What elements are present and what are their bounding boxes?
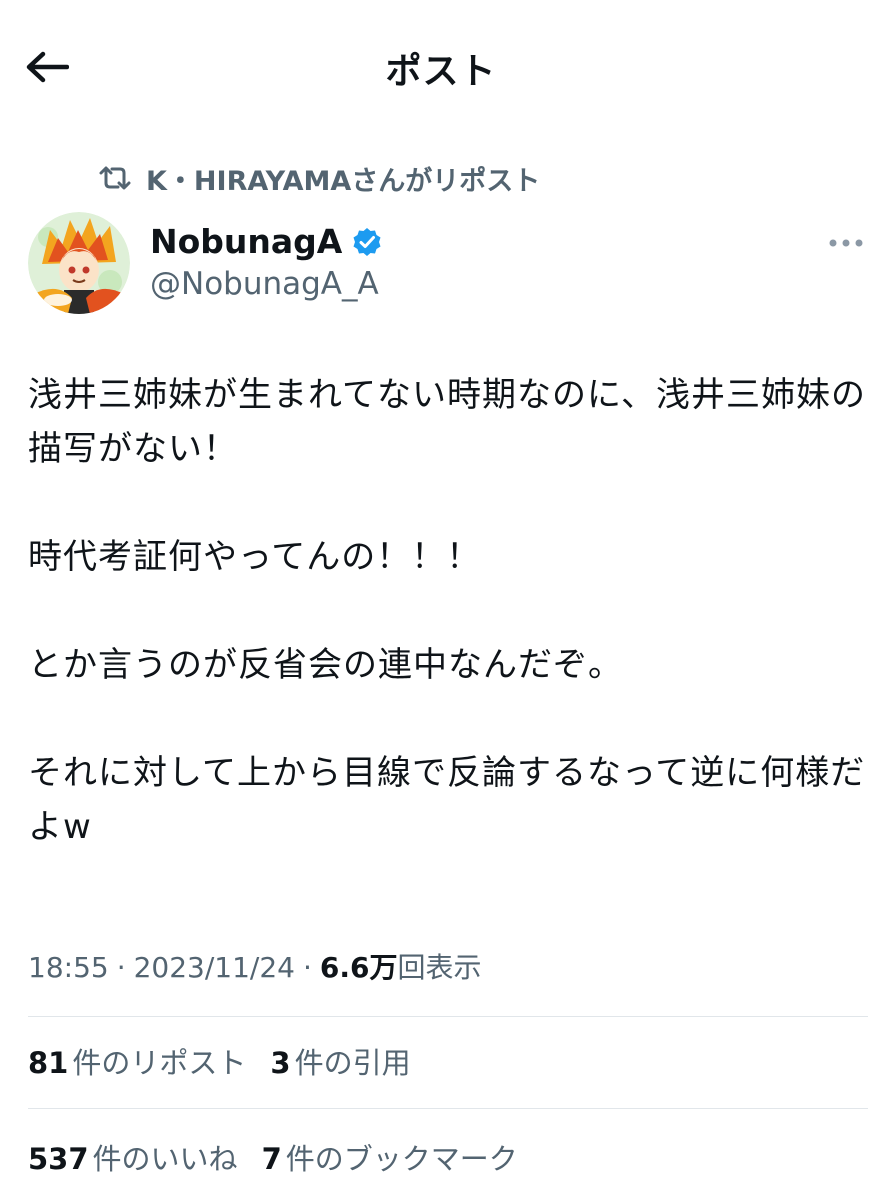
stats-row-likes: 537 件のいいね 7 件のブックマーク xyxy=(28,1136,542,1178)
stats-row-reposts: 81 件のリポスト 3 件の引用 xyxy=(28,1040,435,1082)
views-label: 回表示 xyxy=(397,951,482,984)
quotes-label: 件の引用 xyxy=(294,1046,411,1080)
avatar-illustration xyxy=(28,212,130,314)
reposts-count: 81 xyxy=(28,1046,69,1080)
post-time[interactable]: 18:55 xyxy=(28,951,109,984)
repost-indicator[interactable]: K・HIRAYAMAさんがリポスト xyxy=(98,158,540,198)
likes-stat[interactable]: 537 件のいいね xyxy=(28,1136,238,1178)
bookmarks-label: 件のブックマーク xyxy=(285,1142,518,1176)
author-handle[interactable]: @NobunagA_A xyxy=(150,266,379,302)
post-date[interactable]: 2023/11/24 xyxy=(134,951,295,984)
likes-count: 537 xyxy=(28,1142,89,1176)
divider xyxy=(28,1108,868,1109)
top-bar: ポスト xyxy=(0,0,882,130)
quotes-stat[interactable]: 3 件の引用 xyxy=(270,1040,410,1082)
repost-text: K・HIRAYAMAさんがリポスト xyxy=(146,165,541,197)
divider xyxy=(28,1016,868,1017)
display-name[interactable]: NobunagA xyxy=(150,222,342,261)
bookmarks-stat[interactable]: 7 件のブックマーク xyxy=(262,1136,518,1178)
verified-badge-icon xyxy=(353,227,381,256)
meta-separator: · xyxy=(303,951,312,984)
views-count: 6.6万 xyxy=(319,951,398,984)
avatar[interactable] xyxy=(28,212,130,314)
tweet-paragraph: それに対して上から目線で反論するなって逆に何様だよw xyxy=(28,753,866,847)
quotes-count: 3 xyxy=(270,1046,291,1080)
page-title: ポスト xyxy=(385,51,497,92)
tweet-text: 浅井三姉妹が生まれてない時期なのに、浅井三姉妹の描写がない！ 時代考証何やってん… xyxy=(28,368,878,854)
tweet-meta: 18:55 · 2023/11/24 · 6.6万 回表示 xyxy=(28,946,482,986)
reposts-stat[interactable]: 81 件のリポスト xyxy=(28,1040,246,1082)
meta-separator: · xyxy=(116,951,126,984)
more-options-button[interactable] xyxy=(824,226,868,260)
bookmarks-count: 7 xyxy=(261,1142,282,1176)
tweet-paragraph: とか言うのが反省会の連中なんだぞ。 xyxy=(28,645,623,685)
tweet-paragraph: 時代考証何やってんの！！！ xyxy=(28,537,482,577)
tweet-paragraph: 浅井三姉妹が生まれてない時期なのに、浅井三姉妹の描写がない！ xyxy=(28,375,866,469)
more-dots-icon xyxy=(829,239,863,247)
repost-icon xyxy=(99,166,131,190)
reposts-label: 件のリポスト xyxy=(72,1046,247,1080)
likes-label: 件のいいね xyxy=(92,1142,238,1176)
author-name-row[interactable]: NobunagA xyxy=(150,222,382,261)
